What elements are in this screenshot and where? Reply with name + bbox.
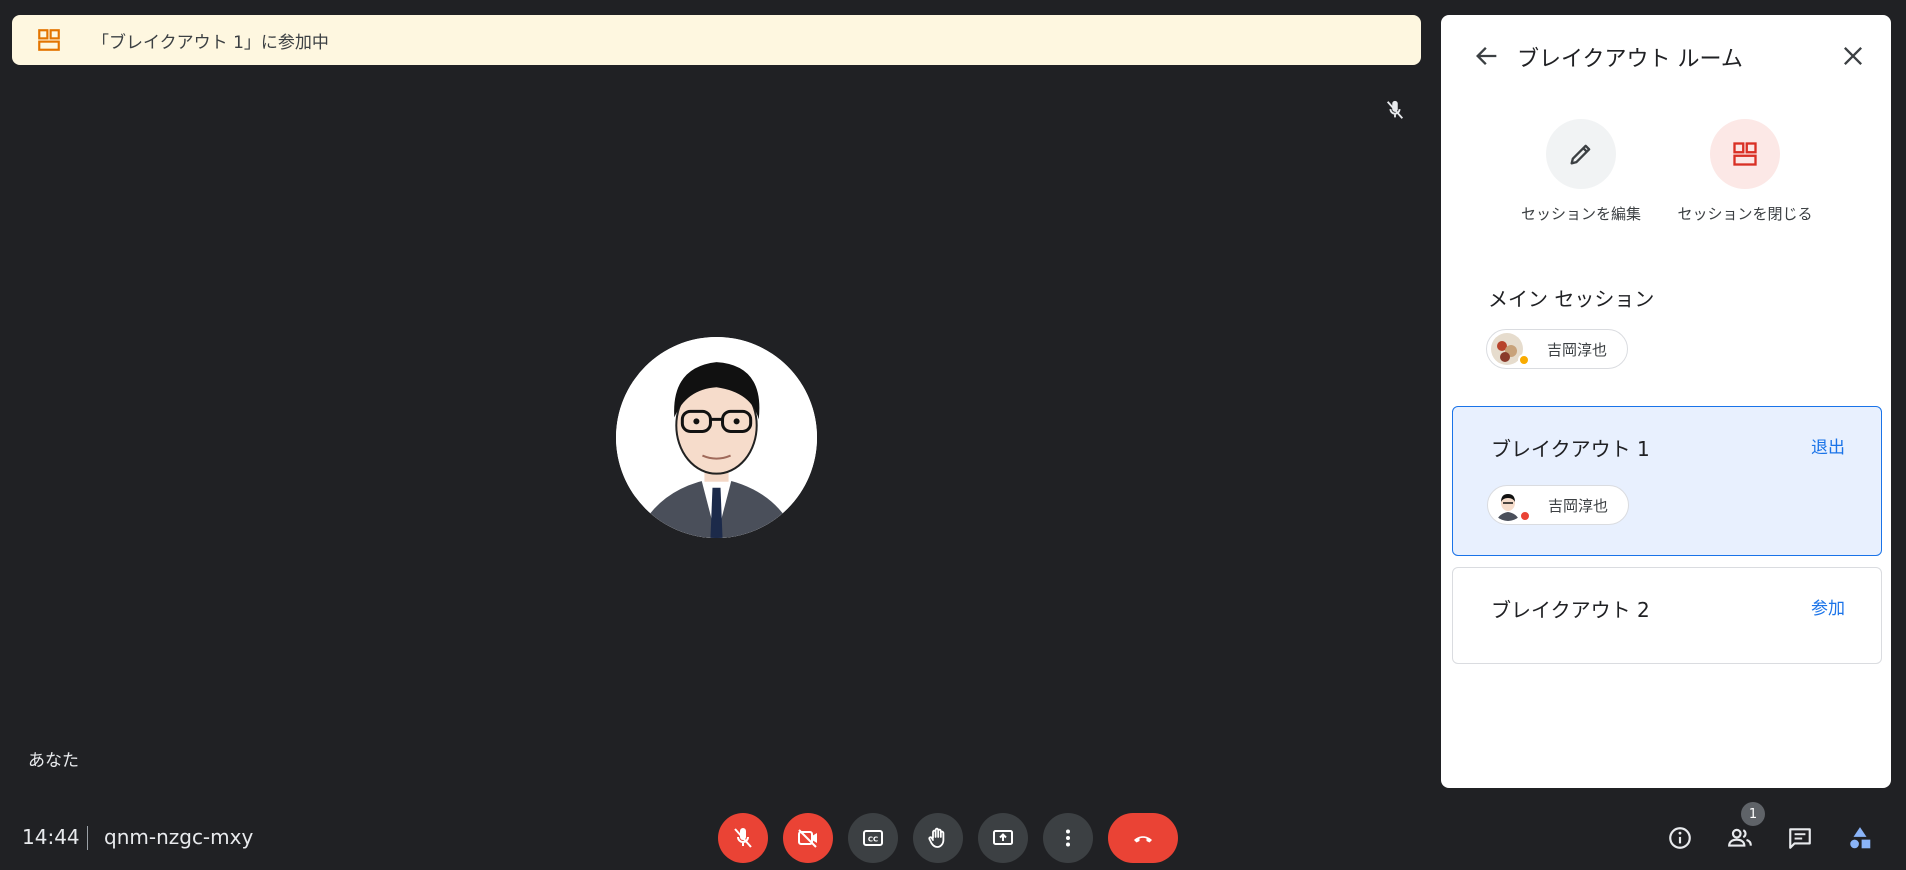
leave-call-button[interactable] bbox=[1108, 813, 1178, 863]
edit-session-circle[interactable] bbox=[1546, 119, 1616, 189]
people-button[interactable] bbox=[1725, 823, 1755, 853]
people-count-badge: 1 bbox=[1741, 802, 1765, 826]
mic-off-icon bbox=[734, 828, 752, 848]
panel-title: ブレイクアウト ルーム bbox=[1517, 47, 1743, 72]
leave-room-link[interactable]: 退出 bbox=[1811, 433, 1845, 458]
pencil-icon bbox=[1570, 144, 1591, 165]
more-vert-icon bbox=[1066, 829, 1070, 847]
people-icon bbox=[1728, 828, 1752, 847]
room-name: ブレイクアウト 2 bbox=[1491, 598, 1650, 622]
back-arrow-icon[interactable] bbox=[1473, 42, 1501, 70]
self-name-label: あなた bbox=[28, 751, 79, 771]
breakout-banner: 「ブレイクアウト 1」に参加中 bbox=[12, 15, 1421, 65]
hand-icon bbox=[928, 827, 945, 848]
breakout-rooms-panel: ブレイクアウト ルーム セッションを編集 セッションを閉じる メイン セッション bbox=[1441, 15, 1891, 788]
activities-shapes-icon bbox=[1850, 827, 1871, 849]
participant-chip[interactable]: 吉岡淳也 bbox=[1486, 329, 1628, 369]
captions-button[interactable]: CC bbox=[848, 813, 898, 863]
mic-toggle-button[interactable] bbox=[718, 813, 768, 863]
breakout-room-2: ブレイクアウト 2 参加 bbox=[1452, 567, 1882, 664]
mic-off-icon bbox=[1386, 100, 1404, 119]
raise-hand-button[interactable] bbox=[913, 813, 963, 863]
breakout-icon bbox=[1733, 142, 1757, 166]
meeting-details-button[interactable] bbox=[1665, 823, 1695, 853]
clock: 14:44 bbox=[22, 825, 80, 849]
banner-text: 「ブレイクアウト 1」に参加中 bbox=[92, 32, 329, 53]
captions-icon: CC bbox=[863, 830, 883, 846]
close-session-circle[interactable] bbox=[1710, 119, 1780, 189]
breakout-room-1: ブレイクアウト 1 退出 吉岡淳也 bbox=[1452, 406, 1882, 556]
self-avatar bbox=[616, 337, 817, 538]
divider bbox=[87, 826, 88, 850]
join-room-link[interactable]: 参加 bbox=[1811, 594, 1845, 619]
activities-button[interactable] bbox=[1845, 823, 1875, 853]
present-screen-icon bbox=[993, 830, 1013, 845]
close-icon[interactable] bbox=[1839, 42, 1867, 70]
participant-chip[interactable]: 吉岡淳也 bbox=[1487, 485, 1629, 525]
close-session-button[interactable]: セッションを閉じる bbox=[1665, 119, 1825, 224]
info-icon bbox=[1669, 827, 1691, 849]
chat-icon bbox=[1789, 828, 1811, 849]
svg-text:CC: CC bbox=[868, 836, 878, 844]
more-options-button[interactable] bbox=[1043, 813, 1093, 863]
room-name: ブレイクアウト 1 bbox=[1491, 437, 1650, 461]
main-session-title: メイン セッション bbox=[1488, 287, 1655, 311]
camera-toggle-button[interactable] bbox=[783, 813, 833, 863]
participant-name: 吉岡淳也 bbox=[1547, 340, 1608, 359]
breakout-icon bbox=[38, 29, 60, 51]
status-dot-away bbox=[1518, 354, 1530, 366]
participant-name: 吉岡淳也 bbox=[1548, 496, 1609, 515]
chat-button[interactable] bbox=[1785, 823, 1815, 853]
present-button[interactable] bbox=[978, 813, 1028, 863]
camera-off-icon bbox=[798, 829, 817, 848]
close-session-label: セッションを閉じる bbox=[1677, 205, 1813, 223]
call-end-icon bbox=[1134, 836, 1152, 843]
edit-session-label: セッションを編集 bbox=[1520, 205, 1641, 223]
edit-session-button[interactable]: セッションを編集 bbox=[1501, 119, 1661, 224]
status-dot-busy bbox=[1519, 510, 1531, 522]
meeting-code: qnm-nzgc-mxy bbox=[104, 825, 254, 849]
